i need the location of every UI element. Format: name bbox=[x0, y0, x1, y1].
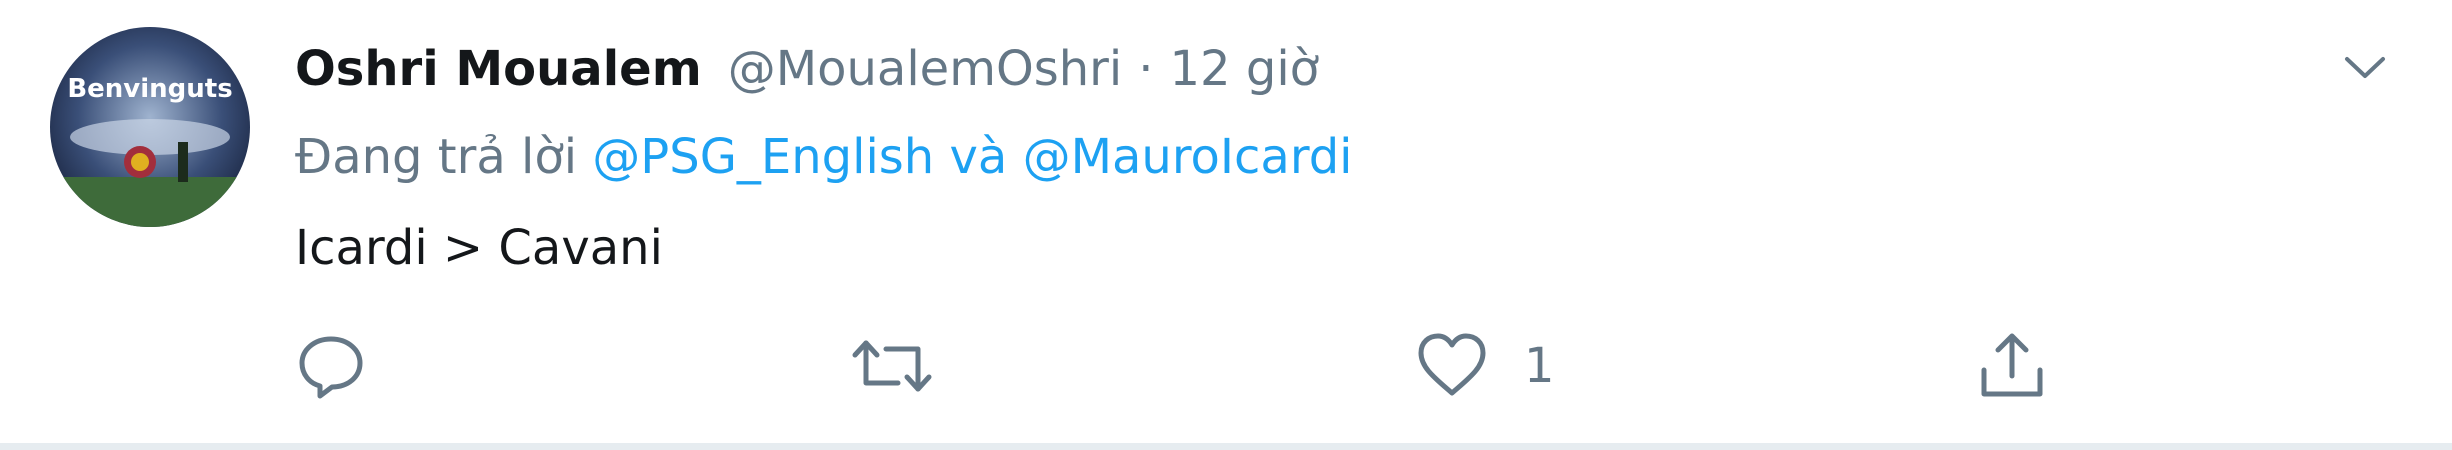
heart-icon bbox=[1418, 333, 1486, 396]
replying-to-label: Đang trả lời bbox=[295, 129, 593, 185]
separator-dot: · bbox=[1138, 41, 1154, 97]
tweet-header: Oshri Moualem @MoualemOshri · 12 giờ bbox=[295, 34, 1319, 104]
tweet-divider bbox=[0, 443, 2452, 450]
tweet-text: Icardi > Cavani bbox=[295, 220, 663, 276]
tweet-timestamp[interactable]: 12 giờ bbox=[1170, 34, 1320, 104]
tweet-card[interactable]: Benvinguts Oshri Moualem @MoualemOshri ·… bbox=[0, 0, 2452, 443]
reply-button[interactable] bbox=[296, 320, 402, 412]
mention-link-mauro-icardi[interactable]: @MauroIcardi bbox=[1023, 129, 1353, 185]
replying-to: Đang trả lời @PSG_English và @MauroIcard… bbox=[295, 122, 1353, 192]
mention-link-psg-english[interactable]: @PSG_English bbox=[592, 129, 934, 185]
chevron-down-icon bbox=[2345, 57, 2385, 78]
like-count: 1 bbox=[1524, 338, 1555, 394]
replying-to-conjunction: và bbox=[934, 129, 1023, 185]
user-handle[interactable]: @MoualemOshri bbox=[728, 34, 1123, 104]
avatar-text: Benvinguts bbox=[67, 74, 232, 104]
avatar[interactable]: Benvinguts bbox=[50, 27, 250, 227]
retweet-button[interactable] bbox=[850, 320, 970, 412]
share-button[interactable] bbox=[1976, 320, 2048, 412]
share-icon bbox=[1981, 333, 2043, 397]
retweet-icon bbox=[852, 340, 932, 392]
more-options-button[interactable] bbox=[2330, 38, 2400, 98]
like-button[interactable]: 1 bbox=[1416, 320, 1555, 412]
avatar-image: Benvinguts bbox=[50, 27, 250, 227]
reply-icon bbox=[299, 336, 363, 399]
display-name[interactable]: Oshri Moualem bbox=[295, 34, 702, 104]
